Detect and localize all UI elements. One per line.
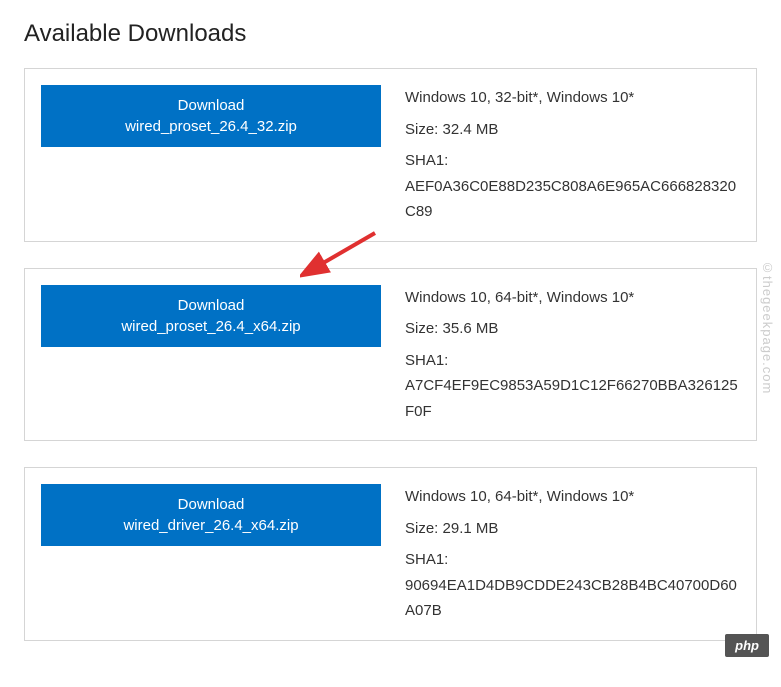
os-text: Windows 10, 64-bit*, Windows 10*	[405, 484, 740, 510]
download-button-proset-x64[interactable]: Download wired_proset_26.4_x64.zip	[41, 285, 381, 347]
os-text: Windows 10, 64-bit*, Windows 10*	[405, 285, 740, 311]
download-info: Windows 10, 64-bit*, Windows 10* Size: 3…	[405, 285, 740, 425]
page-title: Available Downloads	[24, 20, 757, 48]
sha-value: A7CF4EF9EC9853A59D1C12F66270BBA326125F0F	[405, 373, 740, 424]
download-filename: wired_proset_26.4_32.zip	[125, 116, 297, 137]
size-text: Size: 32.4 MB	[405, 117, 740, 143]
sha-value: 90694EA1D4DB9CDDE243CB28B4BC40700D60A07B	[405, 573, 740, 624]
download-filename: wired_driver_26.4_x64.zip	[123, 515, 298, 536]
watermark-text: ©thegeekpage.com	[760, 260, 775, 394]
sha-label: SHA1:	[405, 348, 740, 374]
download-card: Download wired_driver_26.4_x64.zip Windo…	[24, 467, 757, 641]
os-text: Windows 10, 32-bit*, Windows 10*	[405, 85, 740, 111]
download-info: Windows 10, 32-bit*, Windows 10* Size: 3…	[405, 85, 740, 225]
size-text: Size: 35.6 MB	[405, 316, 740, 342]
download-label: Download	[178, 494, 245, 515]
sha-value: AEF0A36C0E88D235C808A6E965AC666828320C89	[405, 174, 740, 225]
download-card: Download wired_proset_26.4_32.zip Window…	[24, 68, 757, 242]
download-label: Download	[178, 95, 245, 116]
size-text: Size: 29.1 MB	[405, 516, 740, 542]
download-button-driver-x64[interactable]: Download wired_driver_26.4_x64.zip	[41, 484, 381, 546]
download-label: Download	[178, 295, 245, 316]
download-info: Windows 10, 64-bit*, Windows 10* Size: 2…	[405, 484, 740, 624]
sha-label: SHA1:	[405, 547, 740, 573]
download-card: Download wired_proset_26.4_x64.zip Windo…	[24, 268, 757, 442]
sha-label: SHA1:	[405, 148, 740, 174]
download-button-proset-32[interactable]: Download wired_proset_26.4_32.zip	[41, 85, 381, 147]
watermark-badge: php	[725, 634, 769, 657]
download-filename: wired_proset_26.4_x64.zip	[121, 316, 300, 337]
